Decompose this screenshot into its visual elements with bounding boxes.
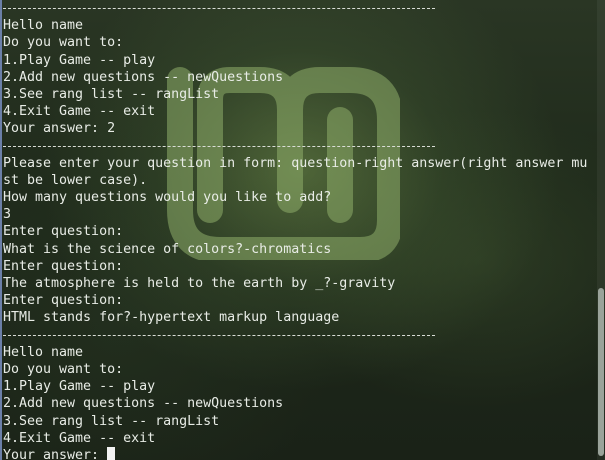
output-line: 1.Play Game -- play (3, 52, 156, 68)
output-line: st be lower case). (3, 172, 148, 188)
text-cursor[interactable] (107, 446, 116, 460)
scrollbar-thumb[interactable] (598, 288, 604, 456)
separator-line (3, 138, 587, 155)
separator-line (3, 0, 587, 17)
output-line: 2.Add new questions -- newQuestions (3, 69, 284, 85)
output-line: Enter question: (3, 224, 124, 240)
output-line: Your answer: 2 (3, 121, 116, 137)
output-line: Hello name (3, 344, 84, 360)
answer-prompt: Your answer: (3, 446, 587, 460)
output-line: The atmosphere is held to the earth by _… (3, 276, 396, 291)
output-line: 3.See rang list -- rangList (3, 413, 220, 429)
output-line: Enter question: (3, 293, 124, 309)
output-line: 1.Play Game -- play (3, 379, 156, 395)
output-line: 4.Exit Game -- exit (3, 104, 156, 120)
output-line: Please enter your question in form: ques… (3, 155, 588, 171)
output-line: HTML stands for?-hypertext markup langua… (3, 310, 340, 326)
separator-line (3, 327, 587, 344)
scrollbar[interactable] (597, 0, 605, 460)
terminal-window[interactable]: Hello name Do you want to: 1.Play Game -- … (0, 0, 605, 460)
output-line: 4.Exit Game -- exit (3, 430, 156, 446)
output-line: Do you want to: (3, 361, 124, 377)
window-edge (0, 0, 2, 460)
output-line: Enter question: (3, 258, 124, 274)
output-line: 2.Add new questions -- newQuestions (3, 396, 284, 412)
terminal-output: Hello name Do you want to: 1.Play Game -- … (3, 0, 587, 460)
output-line: 3 (3, 207, 12, 223)
output-line: What is the science of colors?-chromatic… (3, 241, 332, 257)
output-line: Do you want to: (3, 35, 124, 51)
output-line: How many questions would you like to add… (3, 190, 332, 206)
output-line: 3.See rang list -- rangList (3, 86, 220, 102)
prompt-text: Your answer: (3, 447, 108, 460)
output-line: Hello name (3, 18, 84, 34)
